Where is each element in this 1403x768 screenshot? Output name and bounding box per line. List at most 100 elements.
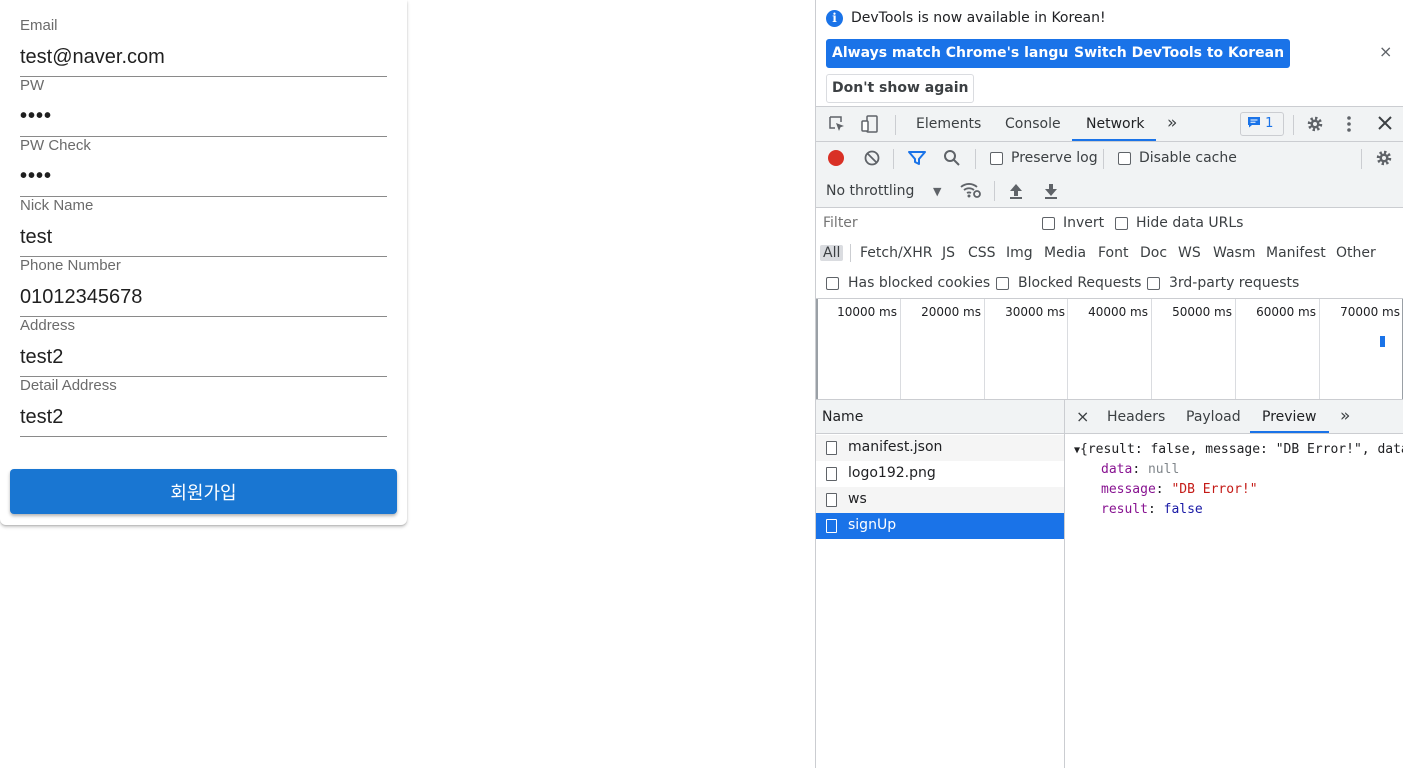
email-field[interactable]: Email test@naver.com <box>20 17 387 77</box>
issues-badge[interactable]: 1 <box>1240 112 1284 136</box>
password-value[interactable]: •••• <box>20 105 52 128</box>
password-field[interactable]: PW •••• <box>20 77 387 137</box>
json-property: result: false <box>1101 502 1203 517</box>
detail-address-field[interactable]: Detail Address test2 <box>20 377 387 437</box>
close-detail-icon[interactable]: × <box>1076 407 1089 426</box>
filter-type-all[interactable]: All <box>820 245 844 261</box>
request-row[interactable]: ws <box>816 487 1064 513</box>
settings-gear-icon[interactable] <box>1306 115 1324 137</box>
filter-type-doc[interactable]: Doc <box>1140 245 1167 261</box>
document-icon <box>826 519 837 533</box>
network-conditions-icon[interactable] <box>960 181 982 203</box>
hide-data-urls-checkbox[interactable] <box>1115 217 1128 230</box>
toolbar-divider <box>1103 149 1104 169</box>
filter-icon[interactable] <box>907 149 927 171</box>
infobar-close-icon[interactable]: × <box>1379 42 1392 61</box>
info-icon: i <box>826 10 843 27</box>
filter-type-js[interactable]: JS <box>942 245 955 261</box>
name-column-header[interactable]: Name <box>816 400 1064 434</box>
email-value[interactable]: test@naver.com <box>20 46 165 69</box>
kebab-menu-icon[interactable] <box>1346 115 1352 137</box>
device-toolbar-icon[interactable] <box>861 115 879 137</box>
filter-type-img[interactable]: Img <box>1006 245 1033 261</box>
dont-show-again-button[interactable]: Don't show again <box>826 74 975 103</box>
toolbar-divider <box>1361 149 1362 169</box>
json-value: null <box>1147 462 1180 477</box>
request-row[interactable]: logo192.png <box>816 461 1064 487</box>
detail-address-value[interactable]: test2 <box>20 406 63 429</box>
request-row[interactable]: manifest.json <box>816 435 1064 461</box>
record-icon[interactable] <box>828 150 844 166</box>
network-overview-timeline[interactable]: 10000 ms 20000 ms 30000 ms 40000 ms 5000… <box>816 299 1403 400</box>
request-name: signUp <box>848 517 897 533</box>
inspect-element-icon[interactable] <box>828 115 846 137</box>
filter-type-css[interactable]: CSS <box>968 245 996 261</box>
disable-cache-checkbox[interactable] <box>1118 152 1131 165</box>
request-list: Name manifest.json logo192.png ws signUp <box>816 400 1065 768</box>
json-preview: ▼{result: false, message: "DB Error!", d… <box>1065 434 1403 768</box>
tab-payload[interactable]: Payload <box>1186 409 1241 425</box>
json-key: result <box>1101 502 1148 517</box>
close-devtools-icon[interactable] <box>1377 115 1393 135</box>
tab-headers[interactable]: Headers <box>1107 409 1165 425</box>
filter-type-fetch-xhr[interactable]: Fetch/XHR <box>860 245 933 261</box>
more-tabs-icon[interactable]: » <box>1167 113 1177 133</box>
hide-data-urls-label: Hide data URLs <box>1136 215 1244 231</box>
email-label: Email <box>20 17 58 34</box>
network-settings-gear-icon[interactable] <box>1375 149 1393 171</box>
filter-type-media[interactable]: Media <box>1044 245 1086 261</box>
toolbar-divider <box>850 244 851 262</box>
json-summary-text: {result: false, message: "DB Error!", da… <box>1080 442 1403 457</box>
more-detail-tabs-icon[interactable]: » <box>1340 406 1350 426</box>
search-icon[interactable] <box>943 149 961 171</box>
nickname-label: Nick Name <box>20 197 94 214</box>
third-party-checkbox[interactable] <box>1147 277 1160 290</box>
toolbar-divider <box>895 115 896 135</box>
language-infobar: i DevTools is now available in Korean! A… <box>816 0 1403 107</box>
document-icon <box>826 493 837 507</box>
import-har-icon[interactable] <box>1008 182 1024 204</box>
preserve-log-checkbox[interactable] <box>990 152 1003 165</box>
address-value[interactable]: test2 <box>20 346 63 369</box>
request-row-selected[interactable]: signUp <box>816 513 1064 539</box>
timeline-tick-label: 10000 ms <box>837 305 897 319</box>
issues-count: 1 <box>1265 116 1274 131</box>
timeline-tick-label: 50000 ms <box>1172 305 1232 319</box>
phone-field[interactable]: Phone Number 01012345678 <box>20 257 387 317</box>
switch-korean-button[interactable]: Switch DevTools to Korean <box>1068 39 1291 68</box>
json-root-summary[interactable]: ▼{result: false, message: "DB Error!", d… <box>1074 442 1403 457</box>
invert-checkbox[interactable] <box>1042 217 1055 230</box>
nickname-value[interactable]: test <box>20 226 52 249</box>
filter-type-wasm[interactable]: Wasm <box>1213 245 1255 261</box>
match-language-button[interactable]: Always match Chrome's language <box>826 39 1104 68</box>
blocked-requests-checkbox[interactable] <box>996 277 1009 290</box>
has-blocked-cookies-checkbox[interactable] <box>826 277 839 290</box>
detail-tabbar: × Headers Payload Preview » <box>1065 400 1403 434</box>
address-label: Address <box>20 317 76 334</box>
timeline-tick-label: 20000 ms <box>921 305 981 319</box>
filter-type-manifest[interactable]: Manifest <box>1266 245 1326 261</box>
filter-type-ws[interactable]: WS <box>1178 245 1201 261</box>
phone-value[interactable]: 01012345678 <box>20 286 142 309</box>
export-har-icon[interactable] <box>1043 182 1059 204</box>
request-detail-pane: × Headers Payload Preview » ▼{result: fa… <box>1065 400 1403 768</box>
throttling-select[interactable]: No throttling <box>826 183 914 199</box>
tab-network[interactable]: Network <box>1086 116 1144 132</box>
password-check-value[interactable]: •••• <box>20 165 52 188</box>
address-field[interactable]: Address test2 <box>20 317 387 377</box>
toolbar-divider <box>893 149 894 169</box>
request-name: logo192.png <box>848 465 936 481</box>
tab-elements[interactable]: Elements <box>916 116 981 132</box>
nickname-field[interactable]: Nick Name test <box>20 197 387 257</box>
tab-console[interactable]: Console <box>1005 116 1061 132</box>
chevron-down-icon[interactable]: ▼ <box>933 183 941 201</box>
toolbar-divider <box>975 149 976 169</box>
signup-button[interactable]: 회원가입 <box>10 469 397 514</box>
password-check-label: PW Check <box>20 137 91 154</box>
filter-type-font[interactable]: Font <box>1098 245 1128 261</box>
tab-preview[interactable]: Preview <box>1262 409 1317 425</box>
filter-type-other[interactable]: Other <box>1336 245 1376 261</box>
filter-input[interactable] <box>820 212 1025 234</box>
password-check-field[interactable]: PW Check •••• <box>20 137 387 197</box>
clear-icon[interactable] <box>863 149 881 171</box>
